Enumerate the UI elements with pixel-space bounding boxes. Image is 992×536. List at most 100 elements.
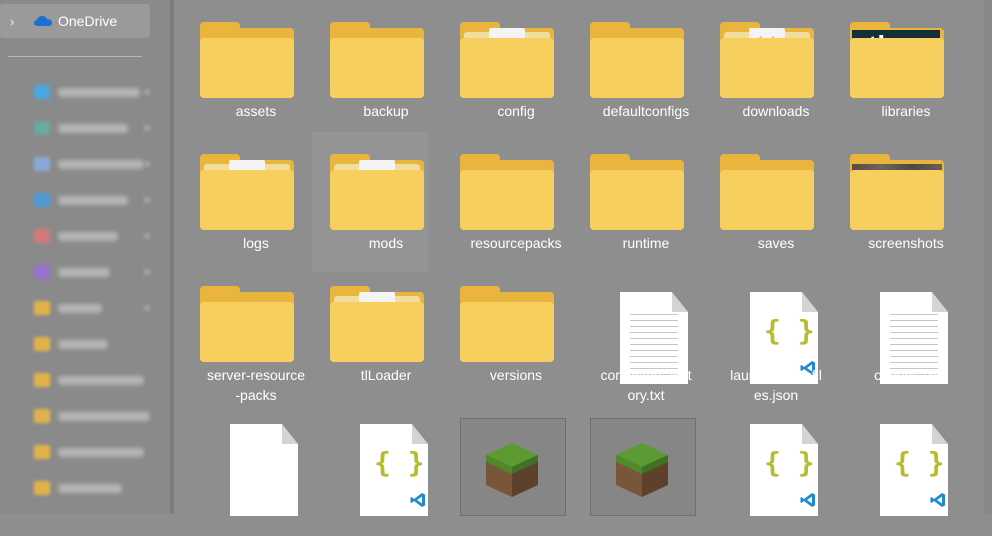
sidebar-item[interactable] <box>34 370 154 390</box>
sidebar-item-label <box>58 267 110 277</box>
folder-item[interactable]: tlLoader <box>312 264 428 404</box>
folder-tab-icon <box>330 22 370 36</box>
item-thumbnail: { } <box>720 418 818 516</box>
folder-item[interactable]: saves <box>702 132 818 272</box>
sidebar-item[interactable] <box>34 406 154 426</box>
text-line <box>630 338 678 339</box>
file-grid: assetsbackupconfigdefaultconfigs{ }downl… <box>174 0 992 516</box>
item-thumbnail <box>330 22 426 102</box>
sidebar-item-icon <box>34 409 50 423</box>
vertical-scrollbar[interactable] <box>984 0 992 514</box>
folder-item[interactable]: defaultconfigs <box>572 0 689 140</box>
item-name: screenshots <box>868 235 944 251</box>
file-item[interactable] <box>182 396 298 536</box>
item-name: tlLoader <box>360 367 412 383</box>
folder-icon <box>720 170 814 230</box>
file-item[interactable]: { } <box>312 396 428 536</box>
sidebar-item-icon <box>34 481 50 495</box>
sidebar-item-label <box>58 447 144 457</box>
text-line <box>890 338 938 339</box>
page-fold-icon <box>672 292 688 312</box>
folder-item[interactable]: versions <box>442 264 558 404</box>
item-thumbnail: { } <box>850 418 948 516</box>
file-item[interactable] <box>572 396 696 536</box>
folder-icon <box>460 302 554 362</box>
text-line <box>630 344 678 345</box>
sidebar-item[interactable] <box>34 226 154 246</box>
item-name: logs <box>243 235 269 251</box>
item-thumbnail <box>590 154 686 234</box>
item-thumbnail <box>590 286 688 384</box>
folder-icon <box>330 302 424 362</box>
folder-item[interactable]: logs <box>182 132 298 272</box>
file-item[interactable]: { } <box>832 396 948 536</box>
folder-item[interactable]: mods <box>312 132 428 272</box>
item-thumbnail <box>200 154 296 234</box>
folder-item[interactable]: backup <box>312 0 428 140</box>
item-name: downloads <box>742 103 810 119</box>
page-fold-icon <box>802 292 818 312</box>
thumbnail-frame <box>460 418 566 516</box>
item-name: backup <box>363 103 409 119</box>
folder-tab-icon <box>590 154 630 168</box>
item-name: mods <box>368 235 404 251</box>
text-line <box>630 314 678 315</box>
folder-item[interactable]: runtime <box>572 132 688 272</box>
text-line <box>630 356 678 357</box>
sidebar-item[interactable] <box>34 82 154 102</box>
folder-item[interactable]: screenshots <box>832 132 948 272</box>
file-item[interactable]: { } launcher_profil es.json <box>702 264 822 404</box>
folder-icon <box>460 170 554 230</box>
item-thumbnail: { } <box>720 22 816 102</box>
text-line <box>630 320 678 321</box>
sidebar-item-icon <box>34 373 50 387</box>
sidebar-item[interactable] <box>34 298 154 318</box>
item-thumbnail <box>200 22 296 102</box>
item-thumbnail <box>330 286 426 366</box>
sidebar-item[interactable] <box>34 190 154 210</box>
text-line <box>630 326 678 327</box>
thumbnail-frame <box>590 418 696 516</box>
text-line <box>630 332 678 333</box>
text-line <box>890 356 938 357</box>
item-name-line: server-resource <box>206 367 306 383</box>
file-item[interactable]: command_hist ory.txt <box>572 264 692 404</box>
folder-item[interactable]: assets <box>182 0 298 140</box>
folder-icon <box>850 170 944 230</box>
sidebar-item[interactable] <box>34 154 154 174</box>
sidebar-item[interactable] <box>34 262 154 282</box>
file-item[interactable]: { } <box>702 396 818 536</box>
json-braces-icon: { } <box>764 446 815 479</box>
pin-icon <box>144 305 150 311</box>
sidebar-item[interactable] <box>34 478 154 498</box>
folder-item[interactable]: resourcepacks <box>442 132 562 272</box>
vscode-icon <box>410 493 425 507</box>
sidebar-item[interactable] <box>34 334 154 354</box>
item-name: runtime <box>622 235 670 251</box>
folder-item[interactable]: { }downloads <box>702 0 818 140</box>
file-item[interactable] <box>442 396 566 536</box>
sidebar-item-label <box>58 411 150 421</box>
text-line <box>890 362 938 363</box>
sidebar-item[interactable] <box>34 118 154 138</box>
sidebar-item-icon <box>34 301 50 315</box>
item-thumbnail <box>200 286 296 366</box>
sidebar-item-onedrive[interactable]: › OneDrive <box>0 4 150 38</box>
chevron-right-icon[interactable]: › <box>10 14 24 29</box>
folder-item[interactable]: server-resource -packs <box>182 264 305 404</box>
item-thumbnail: { } <box>720 286 818 384</box>
folder-tab-icon <box>720 154 760 168</box>
sidebar-divider <box>8 56 142 57</box>
folder-item[interactable]: config <box>442 0 558 140</box>
item-thumbnail: { } <box>330 418 428 516</box>
sidebar-item-label <box>58 303 102 313</box>
folder-icon <box>330 170 424 230</box>
sidebar-item[interactable] <box>34 442 154 462</box>
item-thumbnail <box>460 286 556 366</box>
item-name: libraries <box>881 103 931 119</box>
sidebar-item-label <box>58 87 140 97</box>
item-name: saves <box>757 235 795 251</box>
folder-icon <box>200 170 294 230</box>
file-item[interactable]: options.txt <box>832 264 948 404</box>
folder-item[interactable]: tllibraries <box>832 0 948 140</box>
